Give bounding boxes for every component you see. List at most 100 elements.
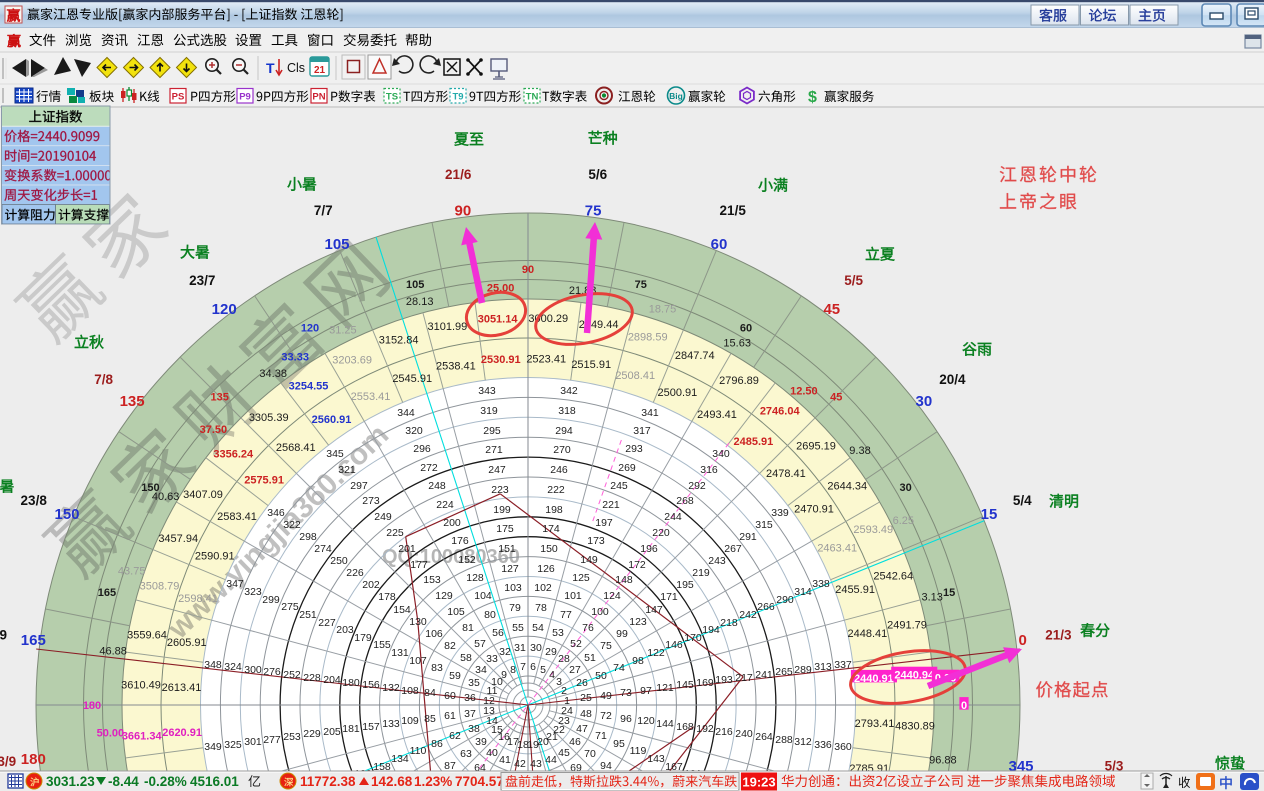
- svg-text:105: 105: [447, 606, 465, 618]
- svg-text:2583.41: 2583.41: [217, 511, 257, 523]
- svg-text:325: 325: [224, 739, 242, 751]
- svg-text:23/7: 23/7: [189, 273, 215, 288]
- svg-text:196: 196: [640, 543, 658, 555]
- svg-text:275: 275: [281, 601, 299, 613]
- svg-text:85: 85: [424, 713, 436, 725]
- svg-text:3356.24: 3356.24: [213, 448, 254, 460]
- svg-text:21/5: 21/5: [720, 203, 747, 218]
- svg-text:125: 125: [572, 572, 590, 584]
- svg-text:31: 31: [514, 642, 526, 654]
- svg-text:104: 104: [474, 590, 492, 602]
- svg-text:30: 30: [530, 642, 542, 654]
- svg-text:177: 177: [410, 559, 428, 571]
- svg-text:74: 74: [613, 662, 625, 674]
- svg-text:2542.64: 2542.64: [873, 571, 913, 583]
- svg-text:124: 124: [603, 590, 621, 602]
- svg-text:179: 179: [354, 632, 372, 644]
- svg-text:2796.89: 2796.89: [719, 375, 759, 387]
- svg-text:55: 55: [512, 622, 524, 634]
- svg-text:107: 107: [409, 655, 427, 667]
- svg-text:3.13: 3.13: [921, 592, 942, 604]
- svg-text:3203.69: 3203.69: [332, 355, 372, 367]
- svg-text:26: 26: [576, 677, 588, 689]
- svg-text:294: 294: [555, 425, 573, 437]
- svg-text:251: 251: [299, 609, 317, 621]
- svg-text:192: 192: [696, 723, 714, 735]
- svg-text:2695.19: 2695.19: [796, 441, 836, 453]
- svg-text:172: 172: [628, 559, 646, 571]
- svg-text:317: 317: [633, 425, 651, 437]
- svg-text:171: 171: [660, 591, 678, 603]
- svg-text:135: 135: [211, 392, 229, 404]
- svg-text:2485.91: 2485.91: [734, 436, 774, 448]
- svg-text:53: 53: [552, 627, 564, 639]
- svg-text:19:23: 19:23: [742, 775, 775, 790]
- svg-text:131: 131: [391, 647, 409, 659]
- svg-text:33.33: 33.33: [281, 352, 309, 364]
- svg-text:122: 122: [647, 647, 665, 659]
- svg-text:247: 247: [488, 464, 506, 476]
- svg-text:31.25: 31.25: [329, 325, 357, 337]
- svg-text:146: 146: [665, 639, 683, 651]
- svg-text:2448.41: 2448.41: [848, 628, 888, 640]
- svg-text:2478.41: 2478.41: [766, 468, 806, 480]
- svg-text:105: 105: [324, 236, 349, 253]
- svg-text:43: 43: [530, 758, 542, 770]
- svg-text:76: 76: [582, 622, 594, 634]
- svg-text:50: 50: [595, 670, 607, 682]
- svg-text:7/7: 7/7: [314, 203, 333, 218]
- svg-text:2515.91: 2515.91: [571, 359, 611, 371]
- svg-text:51: 51: [584, 652, 596, 664]
- svg-text:3000.29: 3000.29: [528, 313, 568, 325]
- svg-text:269: 269: [618, 462, 636, 474]
- svg-text:P9: P9: [239, 92, 251, 103]
- svg-text:103: 103: [504, 582, 522, 594]
- svg-text:342: 342: [560, 385, 578, 397]
- svg-text:127: 127: [501, 563, 519, 575]
- svg-text:73: 73: [620, 687, 632, 699]
- svg-text:298: 298: [299, 531, 317, 543]
- svg-text:150: 150: [540, 543, 558, 555]
- svg-text:-0.28%: -0.28%: [144, 774, 187, 789]
- svg-text:75: 75: [635, 279, 647, 291]
- svg-text:61: 61: [444, 710, 456, 722]
- svg-text:193: 193: [715, 674, 733, 686]
- svg-text:97: 97: [640, 685, 652, 697]
- svg-text:336: 336: [814, 739, 832, 751]
- svg-text:300: 300: [244, 664, 262, 676]
- svg-text:246: 246: [550, 464, 568, 476]
- svg-text:321: 321: [338, 464, 356, 476]
- svg-text:142.68: 142.68: [371, 774, 413, 789]
- svg-text:265: 265: [775, 666, 793, 678]
- svg-text:2530.91: 2530.91: [481, 354, 521, 366]
- svg-text:90: 90: [522, 264, 534, 276]
- svg-text:264: 264: [755, 731, 773, 743]
- svg-text:128: 128: [466, 572, 484, 584]
- svg-text:268: 268: [676, 495, 694, 507]
- svg-text:2440.91: 2440.91: [854, 673, 894, 685]
- svg-text:154: 154: [393, 604, 411, 616]
- svg-text:293: 293: [625, 443, 643, 455]
- svg-text:2593.49: 2593.49: [853, 524, 893, 536]
- svg-text:72: 72: [600, 710, 612, 722]
- svg-text:343: 343: [478, 385, 496, 397]
- svg-text:178: 178: [378, 591, 396, 603]
- svg-text:57: 57: [474, 638, 486, 650]
- svg-text:2560.91: 2560.91: [312, 414, 352, 426]
- svg-text:70: 70: [584, 748, 596, 760]
- svg-text:3254.55: 3254.55: [289, 381, 329, 393]
- svg-text:4830.89: 4830.89: [895, 720, 935, 732]
- svg-text:224: 224: [436, 499, 454, 511]
- svg-text:312: 312: [794, 736, 812, 748]
- svg-text:133: 133: [382, 718, 400, 730]
- svg-text:165: 165: [21, 632, 46, 649]
- svg-text:5/5: 5/5: [844, 273, 863, 288]
- svg-text:175: 175: [496, 523, 514, 535]
- svg-text:63: 63: [460, 748, 472, 760]
- svg-text:33: 33: [486, 653, 498, 665]
- svg-text:54: 54: [532, 622, 544, 634]
- svg-text:11772.38: 11772.38: [300, 774, 356, 789]
- svg-text:6: 6: [530, 661, 536, 673]
- svg-text:314: 314: [794, 586, 812, 598]
- svg-text:290: 290: [776, 594, 794, 606]
